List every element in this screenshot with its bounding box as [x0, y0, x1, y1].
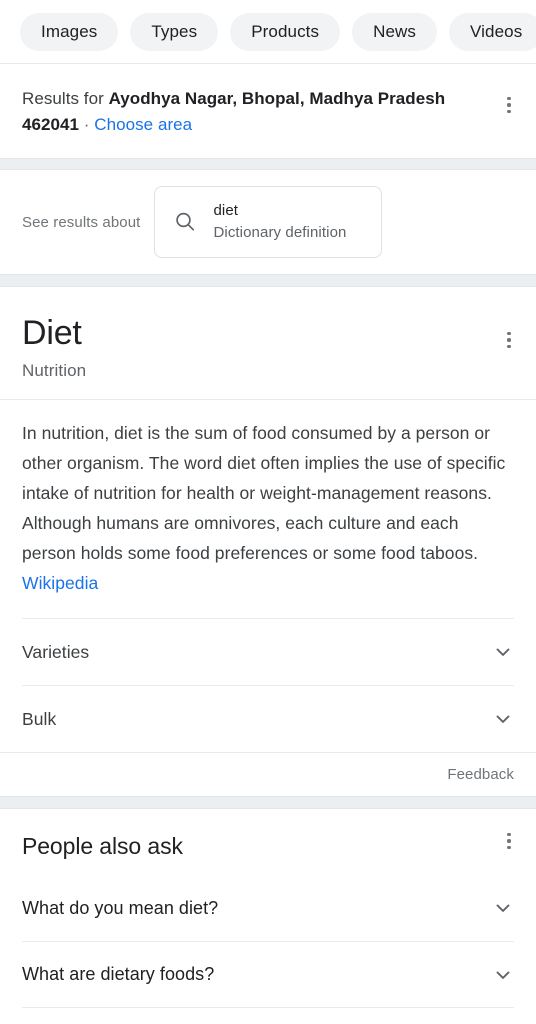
- page-title: Diet: [22, 314, 82, 352]
- knowledge-panel-description: In nutrition, diet is the sum of food co…: [0, 400, 536, 618]
- knowledge-panel-more-options-icon[interactable]: [494, 323, 524, 357]
- accordion-bulk-label: Bulk: [22, 708, 57, 729]
- results-for-prefix: Results for: [22, 89, 109, 108]
- choose-area-link[interactable]: Choose area: [94, 115, 192, 134]
- see-results-about-card[interactable]: diet Dictionary definition: [154, 186, 383, 258]
- knowledge-panel-accordions: Varieties Bulk: [0, 618, 536, 752]
- people-also-ask-more-options-icon[interactable]: [494, 824, 524, 858]
- knowledge-panel-subtitle: Nutrition: [22, 361, 87, 380]
- results-location-text: Results for Ayodhya Nagar, Bhopal, Madhy…: [22, 86, 490, 138]
- filter-chip-images[interactable]: Images: [20, 12, 119, 51]
- filter-chip-bar[interactable]: Images Types Products News Videos: [0, 0, 536, 63]
- chevron-down-icon[interactable]: [492, 897, 514, 919]
- location-separator: ·: [79, 115, 95, 134]
- description-text: In nutrition, diet is the sum of food co…: [22, 423, 506, 563]
- people-also-ask-title: People also ask: [22, 833, 183, 859]
- wikipedia-source-link[interactable]: Wikipedia: [22, 573, 98, 593]
- see-results-about-card-subtitle: Dictionary definition: [213, 224, 347, 241]
- knowledge-panel: Diet Nutrition In nutrition, diet is the…: [0, 287, 536, 796]
- paa-question-1[interactable]: What do you mean diet?: [22, 875, 514, 941]
- people-also-ask-list: What do you mean diet? What are dietary …: [0, 875, 536, 1024]
- accordion-varieties-label: Varieties: [22, 641, 90, 662]
- location-more-options-icon[interactable]: [494, 88, 524, 122]
- filter-chip-news[interactable]: News: [352, 12, 438, 51]
- people-also-ask-header: People also ask: [0, 809, 536, 875]
- chevron-down-icon[interactable]: [492, 964, 514, 986]
- accordion-varieties[interactable]: Varieties: [22, 618, 514, 685]
- search-results-page: Images Types Products News Videos Result…: [0, 0, 536, 1024]
- section-divider-band-2: [0, 274, 536, 287]
- section-divider-band-1: [0, 158, 536, 170]
- paa-question-label: What do you mean diet?: [22, 897, 219, 918]
- filter-chip-videos[interactable]: Videos: [449, 12, 536, 51]
- filter-chip-types[interactable]: Types: [130, 12, 219, 51]
- see-results-about-section: See results about diet Dictionary defini…: [0, 170, 536, 274]
- chevron-down-icon[interactable]: [492, 708, 514, 730]
- see-results-about-card-text: diet Dictionary definition: [213, 201, 346, 243]
- see-results-about-label: See results about: [22, 213, 141, 231]
- chevron-down-icon[interactable]: [492, 641, 514, 663]
- knowledge-panel-feedback-bar: Feedback: [0, 752, 536, 796]
- filter-chip-products[interactable]: Products: [230, 12, 341, 51]
- results-location-row: Results for Ayodhya Nagar, Bhopal, Madhy…: [0, 64, 536, 158]
- accordion-bulk[interactable]: Bulk: [22, 685, 514, 752]
- paa-question-2[interactable]: What are dietary foods?: [22, 941, 514, 1007]
- section-divider-band-3: [0, 796, 536, 809]
- paa-question-3[interactable]: What is a diet biology definition?: [22, 1007, 514, 1024]
- paa-question-label: What are dietary foods?: [22, 964, 215, 984]
- see-results-about-card-title: diet: [213, 202, 239, 219]
- feedback-link[interactable]: Feedback: [447, 766, 514, 783]
- search-icon: [173, 210, 197, 234]
- people-also-ask-section: People also ask What do you mean diet? W…: [0, 809, 536, 1024]
- knowledge-panel-header: Diet Nutrition: [0, 287, 536, 399]
